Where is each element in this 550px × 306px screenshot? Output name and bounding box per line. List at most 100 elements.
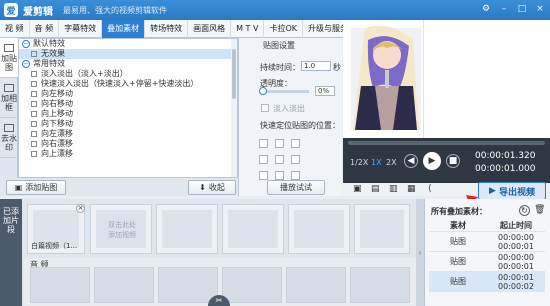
effect-item[interactable]: 淡入淡出（淡入+淡出） — [19, 69, 237, 79]
effect-group-common[interactable]: − 常用特效 — [19, 59, 237, 69]
effect-item[interactable]: 向上漂移 — [19, 149, 237, 159]
tab-style[interactable]: 画面风格 — [188, 20, 232, 38]
minimize-icon[interactable]: – — [498, 3, 510, 15]
effect-item[interactable]: 向左移动 — [19, 89, 237, 99]
slot-placeholder — [162, 210, 212, 248]
timeline-clip[interactable]: 白篇视频（1... × — [27, 204, 85, 254]
tab-mtv[interactable]: M T V — [231, 20, 265, 38]
empty-slot[interactable] — [354, 204, 410, 254]
collect-button[interactable]: ⬇ 收起 — [188, 180, 236, 195]
add-sticker-button[interactable]: ▣ 添加贴图 — [6, 180, 66, 195]
audio-slot[interactable] — [30, 267, 90, 303]
empty-slot[interactable] — [222, 204, 284, 254]
preview-trial-button[interactable]: 播放试试 — [267, 180, 325, 195]
progress-bar[interactable] — [348, 141, 545, 145]
button-label: 导出视频 — [498, 187, 535, 198]
nav-remove-watermark[interactable]: 去水印 — [0, 118, 18, 158]
effect-icon — [31, 151, 37, 157]
play-icon[interactable]: ▶ — [423, 152, 441, 170]
prev-icon[interactable]: ◀ — [404, 154, 418, 168]
speed-half[interactable]: 1/2X — [350, 158, 368, 167]
position-cell[interactable] — [291, 155, 300, 164]
audio-slot[interactable] — [286, 267, 346, 303]
audio-slot[interactable] — [94, 267, 154, 303]
nav-label: 加相框 — [1, 93, 17, 112]
refresh-icon[interactable]: ↻ — [519, 205, 530, 216]
table-row[interactable]: 贴图 00:00:00 00:00:01 — [429, 232, 545, 252]
position-cell[interactable] — [275, 155, 284, 164]
save-icon[interactable]: ▥ — [389, 184, 398, 194]
audio-slot[interactable] — [158, 267, 218, 303]
add-video-hint: 双击此处添加视频 — [108, 221, 136, 239]
sticker-settings: 贴图设置 持续时间： 1.0 秒 透明度： 0% 淡入淡出 快速定位贴图的位置：… — [238, 38, 342, 196]
opacity-input[interactable]: 0% — [315, 86, 335, 96]
materials-table: 素材 起止时间 贴图 00:00:00 00:00:01 贴图 00:00:00 0… — [429, 219, 545, 292]
slider-knob[interactable] — [259, 87, 267, 95]
tab-transition[interactable]: 转场特效 — [145, 20, 189, 38]
table-row[interactable]: 贴图 00:00:00 00:00:01 — [429, 252, 545, 272]
app-window: 爱 爱剪辑 最易用、强大的视频剪辑软件 ⚙ – □ × 视 频 音 频 字幕特效… — [0, 0, 550, 306]
clip-label: 白篇视频（1... — [31, 242, 78, 250]
effects-scrollbar[interactable] — [231, 39, 237, 177]
total-time: 00:00:01.000 — [475, 164, 536, 174]
effect-label: 向左漂移 — [41, 129, 73, 138]
position-cell[interactable] — [259, 171, 268, 180]
screenshot-icon[interactable]: ▣ — [353, 184, 362, 194]
opacity-slider[interactable] — [259, 87, 309, 95]
nav-add-sticker[interactable]: 加贴图 — [0, 38, 18, 78]
materials-panel: 所有叠加素材： ↻ 🗑 素材 起止时间 贴图 00:00:00 00:00:01 … — [424, 199, 550, 306]
close-icon[interactable]: × — [534, 3, 546, 15]
trash-icon[interactable]: 🗑 — [534, 205, 545, 215]
effect-item[interactable]: 向左漂移 — [19, 129, 237, 139]
position-label: 快速定位贴图的位置： — [260, 121, 340, 130]
app-slogan: 最易用、强大的视频剪辑软件 — [63, 5, 167, 15]
table-row[interactable]: 贴图 00:00:01 00:00:02 — [429, 272, 545, 292]
duration-input[interactable]: 1.0 — [301, 61, 331, 71]
empty-slot[interactable] — [156, 204, 218, 254]
slot-placeholder — [294, 210, 344, 248]
effect-item[interactable]: 快速淡入淡出（快速淡入+停留+快速淡出） — [19, 79, 237, 89]
watermark-icon — [4, 123, 14, 132]
collapse-panel-icon[interactable]: › — [416, 199, 424, 306]
speed-1x[interactable]: 1X — [371, 158, 382, 167]
timeline-area: 已添加片段 白篇视频（1... × 双击此处添加视频 音 频 ✂ — [0, 199, 416, 306]
add-video-slot[interactable]: 双击此处添加视频 — [90, 204, 152, 254]
folder-icon[interactable]: ▤ — [371, 184, 380, 194]
export-icon: ▶ — [489, 186, 496, 196]
scroll-thumb[interactable] — [232, 49, 236, 99]
maximize-icon[interactable]: □ — [516, 3, 528, 15]
clip-close-icon[interactable]: × — [76, 204, 85, 213]
tab-video[interactable]: 视 频 — [0, 20, 30, 38]
export-button[interactable]: ▶ 导出视频 — [478, 182, 546, 200]
column-header: 起止时间 — [500, 220, 532, 230]
empty-slot[interactable] — [288, 204, 350, 254]
position-cell[interactable] — [259, 139, 268, 148]
position-cell[interactable] — [275, 171, 284, 180]
speed-2x[interactable]: 2X — [386, 158, 397, 167]
tab-subtitle[interactable]: 字幕特效 — [59, 20, 103, 38]
audio-slot[interactable] — [222, 267, 282, 303]
effect-item[interactable]: 向下移动 — [19, 119, 237, 129]
position-cell[interactable] — [291, 171, 300, 180]
material-time: 00:00:01 00:00:02 — [487, 273, 545, 291]
position-cell[interactable] — [275, 139, 284, 148]
tab-overlay[interactable]: 叠加素材 — [102, 20, 146, 38]
settings-icon[interactable]: ⚙ — [480, 3, 492, 15]
audio-slot[interactable] — [350, 267, 410, 303]
nav-add-frame[interactable]: 加相框 — [0, 78, 18, 118]
effect-group-default[interactable]: − 默认特效 — [19, 39, 237, 49]
button-label: 添加贴图 — [25, 183, 58, 192]
position-cell[interactable] — [259, 155, 268, 164]
end-time: 00:00:01 — [498, 241, 534, 251]
stop-icon[interactable]: ■ — [446, 154, 460, 168]
effect-item[interactable]: 向右漂移 — [19, 139, 237, 149]
fade-checkbox[interactable] — [261, 104, 269, 112]
effect-item[interactable]: 无效果 — [19, 49, 237, 59]
audio-track: 音 频 ✂ — [24, 258, 416, 306]
position-cell[interactable] — [291, 139, 300, 148]
material-name: 贴图 — [450, 277, 466, 286]
tab-audio[interactable]: 音 频 — [30, 20, 60, 38]
tab-karaoke[interactable]: 卡拉OK — [264, 20, 303, 38]
effect-item[interactable]: 向上移动 — [19, 109, 237, 119]
effect-item[interactable]: 向右移动 — [19, 99, 237, 109]
